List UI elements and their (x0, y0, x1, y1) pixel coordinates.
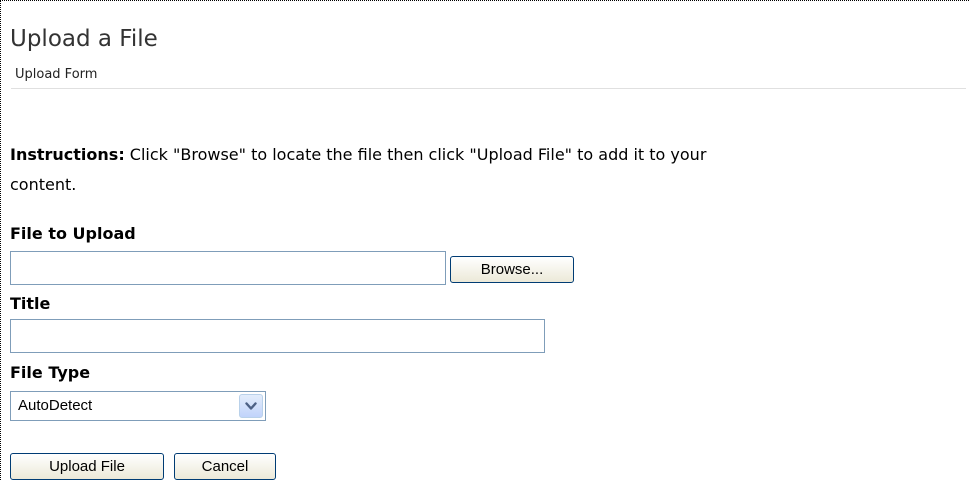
file-to-upload-label: File to Upload (10, 224, 136, 243)
page-frame: Upload a File Upload Form Instructions: … (0, 0, 969, 480)
file-to-upload-input[interactable] (10, 251, 446, 285)
cancel-button[interactable]: Cancel (174, 453, 276, 480)
file-type-select[interactable]: AutoDetect (10, 391, 266, 421)
page-subtitle: Upload Form (15, 67, 98, 82)
instructions-text-line2: content. (10, 175, 77, 194)
instructions: Instructions: Click "Browse" to locate t… (10, 140, 970, 200)
header-divider (11, 88, 966, 89)
title-label: Title (10, 294, 51, 313)
upload-file-button[interactable]: Upload File (10, 453, 164, 480)
file-type-selected-value: AutoDetect (18, 397, 93, 414)
title-input[interactable] (10, 319, 545, 353)
instructions-text: Click "Browse" to locate the file then c… (124, 145, 707, 164)
browse-button[interactable]: Browse... (450, 256, 574, 283)
file-type-label: File Type (10, 363, 91, 382)
instructions-label: Instructions: (10, 145, 125, 164)
chevron-down-icon[interactable] (239, 394, 263, 418)
page-title: Upload a File (10, 26, 158, 52)
